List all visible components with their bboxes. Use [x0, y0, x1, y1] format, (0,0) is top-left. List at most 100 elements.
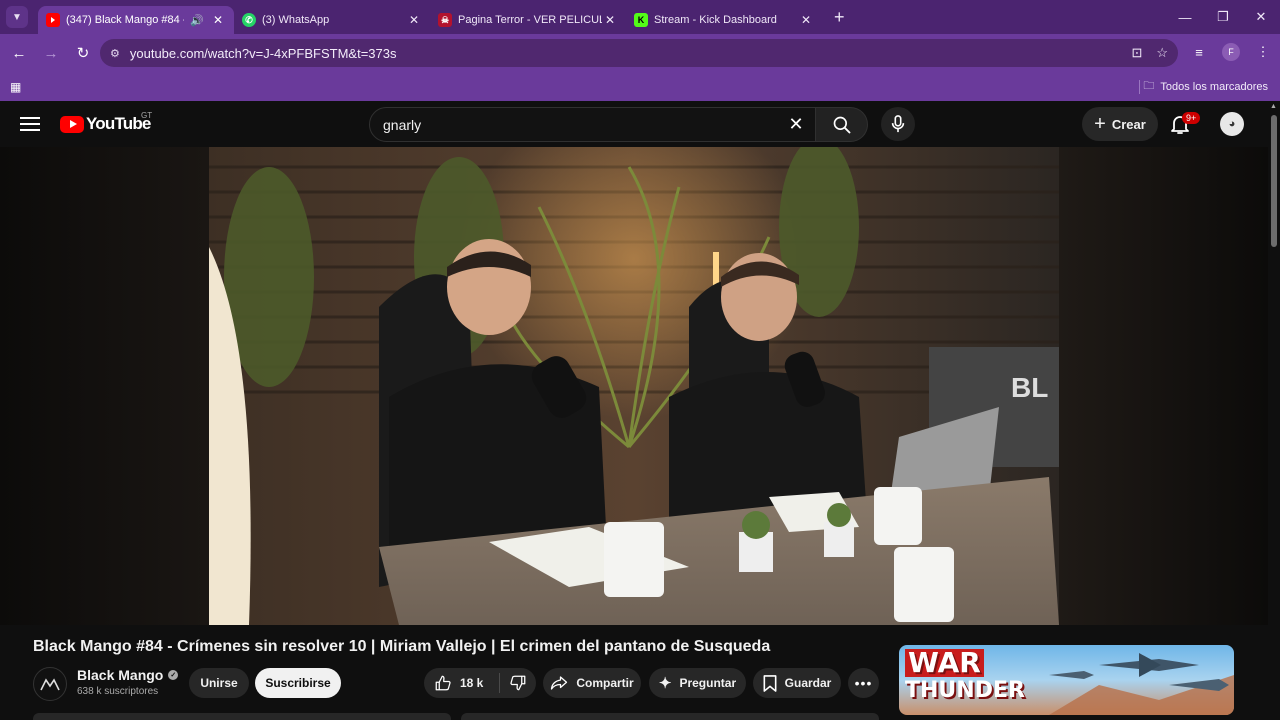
- dislike-button[interactable]: [500, 674, 536, 692]
- bookmark-star-icon[interactable]: ☆: [1156, 45, 1168, 61]
- verified-check-icon: ✓: [168, 670, 179, 680]
- tab-title: Pagina Terror - VER PELICULAS: [458, 14, 602, 26]
- profile-button[interactable]: F: [1220, 38, 1242, 66]
- bookmarks-bar: ▦ 🗀 Todos los marcadores: [0, 72, 1280, 101]
- menu-hamburger-icon[interactable]: [20, 114, 40, 134]
- page-scrollbar[interactable]: ▲: [1268, 101, 1280, 720]
- pagina-terror-favicon-icon: ☠: [438, 13, 452, 27]
- close-tab-icon[interactable]: ✕: [798, 13, 814, 27]
- tab-whatsapp[interactable]: ✆ (3) WhatsApp ✕: [234, 6, 430, 34]
- thumbs-up-icon: [435, 675, 451, 691]
- war-thunder-ad-banner[interactable]: WAR THUNDER: [899, 645, 1234, 715]
- microphone-icon: [891, 115, 905, 133]
- share-label: Compartir: [576, 676, 634, 690]
- browser-menu-icon[interactable]: ⋮: [1252, 38, 1274, 66]
- video-player[interactable]: BL: [0, 147, 1268, 625]
- like-dislike-bar: 18 k: [424, 668, 536, 698]
- browser-tab-strip: ▼ (347) Black Mango #84 - Crímenes sin r…: [0, 0, 1280, 34]
- ad-line2: THUNDER: [905, 678, 1025, 703]
- bookmarks-divider: [1139, 80, 1140, 94]
- notification-badge: 9+: [1182, 112, 1201, 124]
- ambient-right: [1059, 147, 1268, 625]
- like-button[interactable]: 18 k: [424, 673, 500, 693]
- tab-title: (347) Black Mango #84 - Crímenes sin res…: [66, 14, 184, 26]
- video-details: Black Mango #84 - Crímenes sin resolver …: [0, 625, 1268, 720]
- close-tab-icon[interactable]: ✕: [602, 13, 618, 27]
- search-icon: [833, 116, 850, 133]
- clear-search-icon[interactable]: ✕: [783, 114, 809, 135]
- close-window-icon[interactable]: ✕: [1242, 0, 1280, 34]
- whatsapp-favicon-icon: ✆: [242, 13, 256, 27]
- media-controls-icon[interactable]: ≡: [1188, 38, 1210, 66]
- tab-search-button[interactable]: ▼: [6, 6, 28, 28]
- share-button[interactable]: Compartir: [543, 668, 641, 698]
- folder-icon: 🗀: [1143, 80, 1155, 92]
- youtube-favicon-icon: [46, 13, 60, 27]
- tab-title: (3) WhatsApp: [262, 14, 330, 26]
- window-controls: — ❐ ✕: [1166, 0, 1280, 34]
- ask-button[interactable]: ✦ Preguntar: [649, 668, 746, 698]
- minimize-icon[interactable]: —: [1166, 0, 1204, 34]
- search-bar: gnarly ✕: [369, 107, 868, 142]
- profile-avatar: F: [1222, 43, 1240, 61]
- save-button[interactable]: Guardar: [753, 668, 841, 698]
- subscriber-count: 638 k suscriptores: [77, 686, 159, 697]
- save-label: Guardar: [784, 676, 832, 690]
- more-actions-icon[interactable]: •••: [848, 668, 879, 698]
- youtube-header: YouTube GT gnarly ✕ + Crear: [0, 101, 1268, 147]
- create-button[interactable]: + Crear: [1082, 107, 1158, 141]
- ambient-left: [0, 147, 209, 625]
- black-mango-logo-icon: [40, 678, 60, 691]
- plus-icon: +: [1094, 112, 1106, 135]
- video-scene: BL: [209, 147, 1059, 625]
- youtube-play-icon: [60, 115, 84, 133]
- audio-playing-icon[interactable]: 🔊: [190, 14, 204, 27]
- ask-label: Preguntar: [679, 676, 737, 690]
- wall-logo-text: BL: [1011, 372, 1048, 403]
- install-app-icon[interactable]: ⊡: [1131, 45, 1142, 61]
- youtube-logo[interactable]: YouTube GT: [60, 111, 153, 134]
- new-tab-button[interactable]: +: [834, 7, 845, 28]
- search-button[interactable]: [816, 107, 868, 142]
- reload-icon[interactable]: ↻: [68, 38, 98, 68]
- video-title: Black Mango #84 - Crímenes sin resolver …: [33, 638, 771, 655]
- comments-box-top[interactable]: [461, 713, 879, 720]
- share-arrow-icon: [551, 676, 568, 690]
- tab-pagina-terror[interactable]: ☠ Pagina Terror - VER PELICULAS ✕: [430, 6, 626, 34]
- apps-grid-icon[interactable]: ▦: [10, 80, 21, 94]
- site-info-icon[interactable]: ⚙: [110, 47, 120, 60]
- join-button[interactable]: Unirse: [189, 668, 249, 698]
- tab-title: Stream - Kick Dashboard: [654, 14, 777, 26]
- all-bookmarks-label: Todos los marcadores: [1160, 80, 1268, 93]
- scrollbar-thumb[interactable]: [1271, 115, 1277, 247]
- restore-icon[interactable]: ❐: [1204, 0, 1242, 34]
- scroll-up-arrow-icon[interactable]: ▲: [1270, 103, 1277, 110]
- video-frame[interactable]: BL: [209, 147, 1059, 625]
- tab-kick-dashboard[interactable]: K Stream - Kick Dashboard ✕: [626, 6, 822, 34]
- close-tab-icon[interactable]: ✕: [406, 13, 422, 27]
- channel-name-link[interactable]: Black Mango ✓: [77, 667, 179, 683]
- channel-name: Black Mango: [77, 667, 164, 683]
- sparkle-icon: ✦: [658, 675, 672, 692]
- close-tab-icon[interactable]: ✕: [210, 13, 226, 27]
- address-bar[interactable]: ⚙ youtube.com/watch?v=J-4xPFBFSTM&t=373s…: [100, 39, 1178, 67]
- search-input[interactable]: gnarly ✕: [369, 107, 816, 142]
- all-bookmarks-button[interactable]: 🗀 Todos los marcadores: [1143, 77, 1268, 96]
- browser-toolbar: ← → ↻ ⚙ youtube.com/watch?v=J-4xPFBFSTM&…: [0, 34, 1280, 72]
- tab-youtube[interactable]: (347) Black Mango #84 - Crímenes sin res…: [38, 6, 234, 34]
- subscribe-label: Suscribirse: [265, 676, 331, 690]
- bookmark-icon: [763, 674, 777, 692]
- join-label: Unirse: [200, 676, 238, 690]
- voice-search-button[interactable]: [881, 107, 915, 141]
- channel-avatar[interactable]: [33, 667, 67, 701]
- description-box-top[interactable]: [33, 713, 451, 720]
- user-avatar[interactable]: ◕: [1220, 112, 1244, 136]
- back-icon[interactable]: ←: [4, 38, 34, 68]
- ad-line1: WAR: [905, 649, 984, 677]
- ad-logo: WAR THUNDER: [905, 649, 1025, 702]
- create-label: Crear: [1111, 116, 1146, 132]
- forward-icon[interactable]: →: [36, 38, 66, 68]
- country-code: GT: [141, 111, 153, 120]
- subscribe-button[interactable]: Suscribirse: [255, 668, 341, 698]
- kick-favicon-icon: K: [634, 13, 648, 27]
